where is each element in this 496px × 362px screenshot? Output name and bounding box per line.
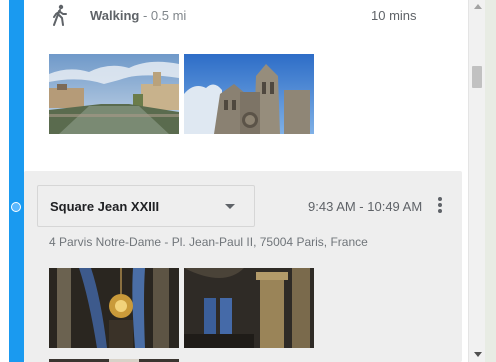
travel-duration: 10 mins xyxy=(371,8,417,23)
cathedral-interior-photo[interactable] xyxy=(49,354,179,362)
travel-mode-label: Walking - 0.5 mi xyxy=(90,8,186,23)
map-panel-edge xyxy=(485,0,496,362)
scrollbar-thumb[interactable] xyxy=(472,66,482,88)
visit-time-range: 9:43 AM - 10:49 AM xyxy=(308,199,423,214)
place-selector[interactable]: Square Jean XXIII xyxy=(37,185,255,227)
travel-mode: Walking xyxy=(90,8,140,23)
cathedral-chandelier-interior-photo[interactable] xyxy=(49,268,179,348)
notre-dame-facade-photo[interactable] xyxy=(184,54,314,134)
more-vert-icon[interactable] xyxy=(436,197,444,217)
scroll-down-arrow-icon[interactable] xyxy=(474,352,482,357)
timeline-bar xyxy=(9,0,24,362)
place-name: Square Jean XXIII xyxy=(50,199,160,214)
timeline-stop-dot xyxy=(11,202,21,212)
seine-river-photo[interactable] xyxy=(49,54,179,134)
walking-person-icon xyxy=(53,4,67,26)
scroll-up-arrow-icon[interactable] xyxy=(474,4,482,9)
scrollbar[interactable] xyxy=(468,0,485,362)
place-address: 4 Parvis Notre-Dame - Pl. Jean-Paul II, … xyxy=(49,235,368,249)
caret-down-icon[interactable] xyxy=(225,204,235,209)
cathedral-pillars-interior-photo[interactable] xyxy=(184,268,314,348)
travel-distance: - 0.5 mi xyxy=(139,8,187,23)
